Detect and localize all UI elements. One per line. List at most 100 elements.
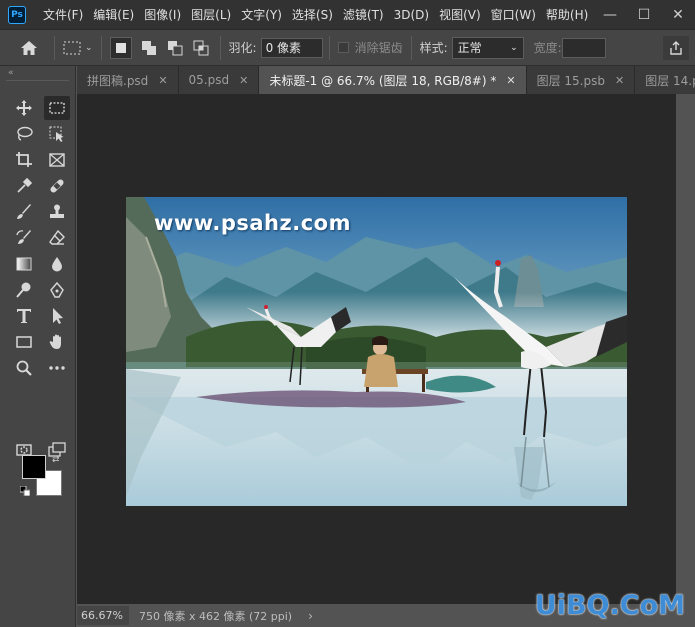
collapse-toolbar-button[interactable]: « [0,66,75,80]
frame-icon [49,153,65,167]
photoshop-logo: Ps [8,5,26,24]
type-tool[interactable] [11,304,37,328]
marquee-preset-picker[interactable]: ⌄ [63,41,93,55]
zoom-tool[interactable] [11,356,37,380]
move-tool[interactable] [11,96,37,120]
menu-filter[interactable]: 滤镜(T) [338,6,389,23]
crop-tool[interactable] [11,148,37,172]
pen-icon [50,281,64,298]
screen-mode-icon [48,442,66,457]
healing-brush-tool[interactable] [44,174,70,198]
width-input[interactable] [561,37,606,58]
chevron-down-icon: ⌄ [85,42,93,53]
menu-view[interactable]: 视图(V) [434,6,486,23]
blur-tool[interactable] [44,252,70,276]
intersect-selection-icon [193,40,209,55]
rect-marquee-icon [49,102,65,114]
minimize-button[interactable]: — [593,0,627,30]
share-icon [670,41,682,55]
tab-document-active[interactable]: 未标题-1 @ 66.7% (图层 18, RGB/8#) * ✕ [259,66,527,94]
clone-stamp-tool[interactable] [44,200,70,224]
gradient-tool[interactable] [11,252,37,276]
add-selection-button[interactable] [138,37,160,59]
new-selection-button[interactable] [109,36,132,59]
style-value: 正常 [457,41,482,55]
menu-window[interactable]: 窗口(W) [486,6,541,23]
rect-marquee-tool[interactable] [44,96,70,120]
lasso-tool[interactable] [11,122,37,146]
watermark-text: www.psahz.com [154,211,351,235]
vertical-scrollbar[interactable] [676,94,695,604]
type-icon [17,309,31,323]
menu-type[interactable]: 文字(Y) [236,6,287,23]
document-info: 750 像素 x 462 像素 (72 ppi) [139,609,293,623]
menu-layer[interactable]: 图层(L) [186,6,236,23]
antialias-label: 消除锯齿 [354,41,403,55]
tab-document[interactable]: 拼图稿.psd ✕ [77,66,179,94]
close-icon[interactable]: ✕ [158,74,167,87]
menu-edit[interactable]: 编辑(E) [88,6,139,23]
style-select[interactable]: 正常 ⌄ [451,36,524,59]
feather-label: 羽化: [228,41,257,55]
close-icon[interactable]: ✕ [239,74,248,87]
menu-file[interactable]: 文件(F) [38,6,88,23]
gradient-icon [16,257,32,271]
rect-marquee-icon [63,41,81,54]
separator [410,35,412,60]
composite-image [126,197,627,506]
status-menu-arrow-icon[interactable]: › [308,609,313,623]
pen-tool[interactable] [44,278,70,302]
drop-icon [52,257,62,272]
tab-label: 图层 14.psb [645,73,695,88]
dodge-tool[interactable] [11,278,37,302]
move-icon [16,100,32,116]
tab-label: 05.psd [188,73,230,87]
menu-select[interactable]: 选择(S) [287,6,338,23]
dodge-icon [16,282,31,298]
hand-tool[interactable] [44,330,70,354]
history-brush-tool[interactable] [11,226,37,250]
eraser-tool[interactable] [44,226,70,250]
separator [328,35,330,60]
tab-label: 图层 15.psb [536,73,605,88]
menu-3d[interactable]: 3D(D) [389,8,434,22]
subtract-selection-button[interactable] [164,37,186,59]
eyedropper-tool[interactable] [11,174,37,198]
separator [54,35,55,60]
close-icon[interactable]: ✕ [506,74,515,87]
close-icon[interactable]: ✕ [615,74,624,87]
antialias-checkbox[interactable] [337,42,349,53]
document-canvas[interactable]: www.psahz.com [126,197,627,506]
frame-tool[interactable] [44,148,70,172]
zoom-level-field[interactable]: 66.67% [77,606,129,625]
separator [100,35,102,60]
share-button[interactable] [663,36,689,60]
default-colors-icon[interactable] [20,486,30,496]
screen-mode-button[interactable] [44,438,70,462]
rectangle-tool[interactable] [11,330,37,354]
menu-image[interactable]: 图像(I) [139,6,186,23]
foreground-color-swatch[interactable] [22,455,46,479]
tab-label: 未标题-1 @ 66.7% (图层 18, RGB/8#) * [269,73,497,88]
width-label: 宽度: [533,41,562,55]
tab-document[interactable]: 图层 15.psb ✕ [526,66,636,94]
history-brush-icon [16,230,31,244]
ellipsis-icon [49,366,65,370]
more-tools-button[interactable] [44,356,70,380]
home-button[interactable] [12,33,46,63]
canvas-workspace[interactable]: www.psahz.com [77,94,676,604]
tab-document[interactable]: 05.psd ✕ [178,66,260,94]
menu-help[interactable]: 帮助(H) [541,6,593,23]
feather-input[interactable]: 0 像素 [260,37,323,58]
bandage-icon [50,179,64,193]
path-selection-tool[interactable] [44,304,70,328]
intersect-selection-button[interactable] [190,37,212,59]
brush-tool[interactable] [11,200,37,224]
restore-button[interactable]: ☐ [627,0,661,30]
tab-document[interactable]: 图层 14.psb [635,66,695,94]
object-selection-tool[interactable] [44,122,70,146]
close-button[interactable]: ✕ [661,0,695,30]
home-icon [21,40,37,55]
window-controls: — ☐ ✕ [593,0,695,30]
eraser-icon [49,229,65,245]
